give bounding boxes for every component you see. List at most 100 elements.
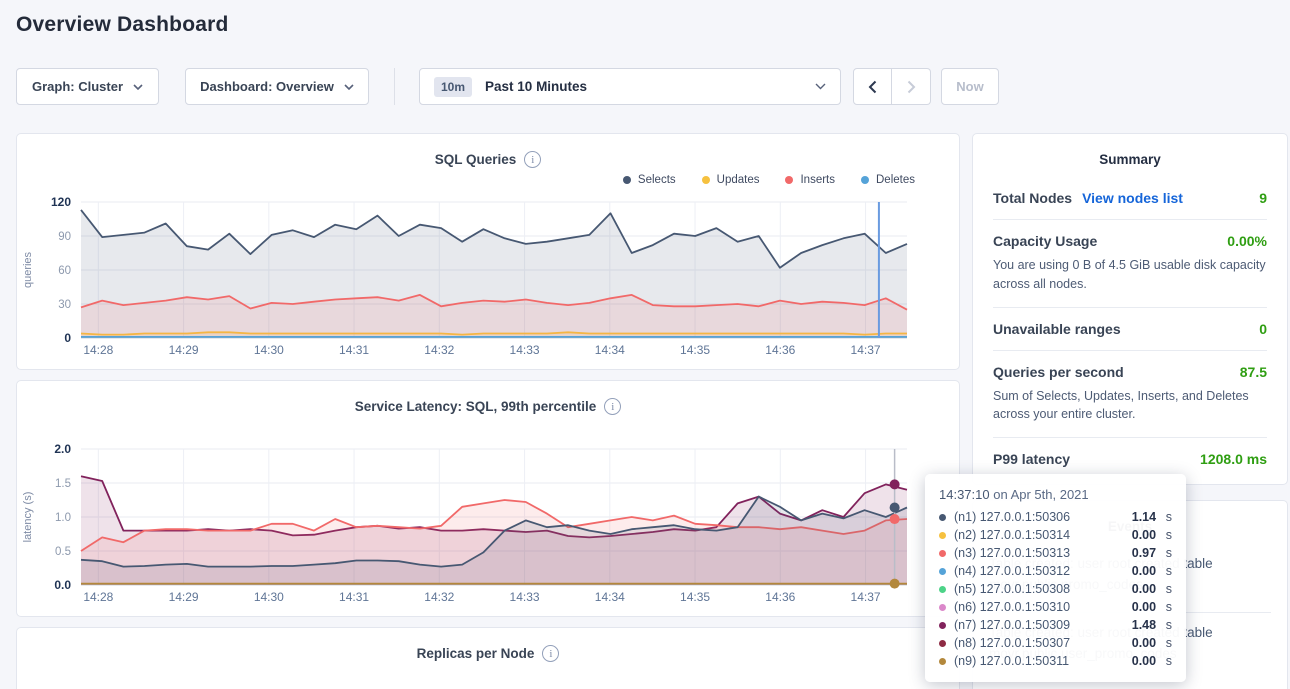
legend-label: Inserts (800, 174, 835, 186)
svg-text:14:28: 14:28 (83, 343, 113, 357)
node-color-dot-icon (939, 514, 946, 521)
summary-row: Total Nodes View nodes list 9 (993, 177, 1267, 219)
summary-row-top: Queries per second 87.5 (993, 364, 1267, 380)
legend-label: Deletes (876, 174, 915, 186)
dashboard-dropdown-label: Dashboard: Overview (200, 79, 334, 94)
node-color-dot-icon (939, 640, 946, 647)
node-color-dot-icon (939, 604, 946, 611)
summary-panel: Summary Total NodesView nodes list9Capac… (972, 133, 1288, 485)
legend-item[interactable]: Updates (702, 174, 760, 186)
summary-value: 1208.0 ms (1200, 451, 1267, 467)
tooltip-node-value: 0.00 (1132, 564, 1164, 578)
summary-row: Capacity Usage0.00%You are using 0 B of … (993, 219, 1267, 307)
legend-dot-icon (785, 176, 793, 184)
tooltip-node-unit: s (1166, 528, 1172, 542)
summary-value: 9 (1259, 190, 1267, 206)
tooltip-node-row: (n1) 127.0.0.1:503061.14s (939, 508, 1172, 526)
info-icon[interactable]: i (542, 645, 559, 662)
summary-row: Unavailable ranges0 (993, 307, 1267, 350)
time-prev-button[interactable] (853, 68, 892, 105)
legend-label: Updates (717, 174, 760, 186)
tooltip-node-value: 0.00 (1132, 654, 1164, 668)
tooltip-node-label: (n4) 127.0.0.1:50312 (954, 564, 1132, 578)
dashboard-dropdown[interactable]: Dashboard: Overview (185, 68, 369, 105)
tooltip-node-unit: s (1166, 546, 1172, 560)
time-range-label: Past 10 Minutes (485, 79, 587, 94)
tooltip-node-value: 0.00 (1132, 636, 1164, 650)
tooltip-node-value: 0.00 (1132, 528, 1164, 542)
svg-text:30: 30 (58, 299, 71, 311)
legend-dot-icon (623, 176, 631, 184)
svg-text:2.0: 2.0 (54, 442, 71, 456)
view-nodes-link[interactable]: View nodes list (1082, 190, 1183, 206)
svg-text:14:28: 14:28 (83, 590, 113, 604)
summary-description: Sum of Selects, Updates, Inserts, and De… (993, 387, 1267, 425)
time-next-button[interactable] (892, 68, 931, 105)
chart-title: SQL Queries (435, 152, 517, 167)
node-color-dot-icon (939, 622, 946, 629)
svg-text:0.0: 0.0 (54, 578, 71, 592)
tooltip-node-unit: s (1166, 654, 1172, 668)
legend-label: Selects (638, 174, 676, 186)
legend-item[interactable]: Inserts (785, 174, 835, 186)
tooltip-node-unit: s (1166, 582, 1172, 596)
legend-item[interactable]: Selects (623, 174, 676, 186)
svg-text:14:34: 14:34 (595, 343, 625, 357)
svg-text:14:31: 14:31 (339, 590, 369, 604)
chart-canvas[interactable]: 030609012014:2814:2914:3014:3114:3214:33… (17, 192, 959, 364)
svg-text:120: 120 (51, 195, 71, 209)
tooltip-node-unit: s (1166, 636, 1172, 650)
chart-header: Replicas per Node i (17, 628, 959, 662)
tooltip-node-value: 0.00 (1132, 582, 1164, 596)
sql-queries-chart-card: SQL Queries i Selects Updates Inserts Deletes… (16, 133, 960, 370)
svg-text:14:37: 14:37 (851, 343, 881, 357)
summary-value: 87.5 (1240, 364, 1267, 380)
summary-value: 0.00% (1227, 233, 1267, 249)
svg-text:latency (s): latency (s) (22, 492, 34, 543)
svg-text:14:29: 14:29 (169, 590, 199, 604)
chevron-right-icon (907, 80, 916, 94)
svg-text:90: 90 (58, 231, 71, 243)
svg-text:14:37: 14:37 (851, 590, 881, 604)
info-icon[interactable]: i (604, 398, 621, 415)
tooltip-node-label: (n7) 127.0.0.1:50309 (954, 618, 1132, 632)
svg-text:1.0: 1.0 (55, 512, 71, 524)
tooltip-node-label: (n9) 127.0.0.1:50311 (954, 654, 1132, 668)
chart-legend: Selects Updates Inserts Deletes (17, 168, 959, 192)
tooltip-node-row: (n7) 127.0.0.1:503091.48s (939, 616, 1172, 634)
tooltip-node-label: (n6) 127.0.0.1:50310 (954, 600, 1132, 614)
time-range-dropdown[interactable]: 10m Past 10 Minutes (419, 68, 841, 105)
chart-canvas[interactable]: 0.00.51.01.52.014:2814:2914:3014:3114:32… (17, 439, 959, 611)
tooltip-node-row: (n8) 127.0.0.1:503070.00s (939, 634, 1172, 652)
toolbar: Graph: Cluster Dashboard: Overview 10m P… (16, 68, 999, 105)
tooltip-node-unit: s (1166, 618, 1172, 632)
service-latency-chart-card: Service Latency: SQL, 99th percentilei0.… (16, 380, 960, 617)
chevron-left-icon (868, 80, 877, 94)
summary-label: Queries per second (993, 364, 1124, 380)
tooltip-node-label: (n1) 127.0.0.1:50306 (954, 510, 1132, 524)
tooltip-node-label: (n2) 127.0.0.1:50314 (954, 528, 1132, 542)
summary-label: Total Nodes (993, 190, 1072, 206)
svg-text:14:29: 14:29 (169, 343, 199, 357)
tooltip-node-row: (n3) 127.0.0.1:503130.97s (939, 544, 1172, 562)
svg-text:14:32: 14:32 (424, 590, 454, 604)
now-button[interactable]: Now (941, 68, 999, 105)
tooltip-node-label: (n5) 127.0.0.1:50308 (954, 582, 1132, 596)
summary-row: Queries per second 87.5 Sum of Selects, Up… (993, 350, 1267, 438)
svg-text:1.5: 1.5 (55, 478, 71, 490)
chevron-down-icon (344, 84, 354, 90)
summary-row-top: Total Nodes View nodes list 9 (993, 190, 1267, 206)
tooltip-node-value: 1.14 (1132, 510, 1164, 524)
chart-title: Replicas per Node (417, 646, 535, 661)
info-icon[interactable]: i (524, 151, 541, 168)
graph-dropdown[interactable]: Graph: Cluster (16, 68, 159, 105)
svg-text:14:35: 14:35 (680, 343, 710, 357)
svg-text:14:34: 14:34 (595, 590, 625, 604)
svg-text:14:30: 14:30 (254, 343, 284, 357)
summary-label: P99 latency (993, 451, 1070, 467)
tooltip-node-label: (n3) 127.0.0.1:50313 (954, 546, 1132, 560)
legend-item[interactable]: Deletes (861, 174, 915, 186)
chevron-down-icon (133, 84, 143, 90)
charts-column: SQL Queries i Selects Updates Inserts Deletes… (16, 133, 960, 689)
svg-text:14:36: 14:36 (765, 343, 795, 357)
